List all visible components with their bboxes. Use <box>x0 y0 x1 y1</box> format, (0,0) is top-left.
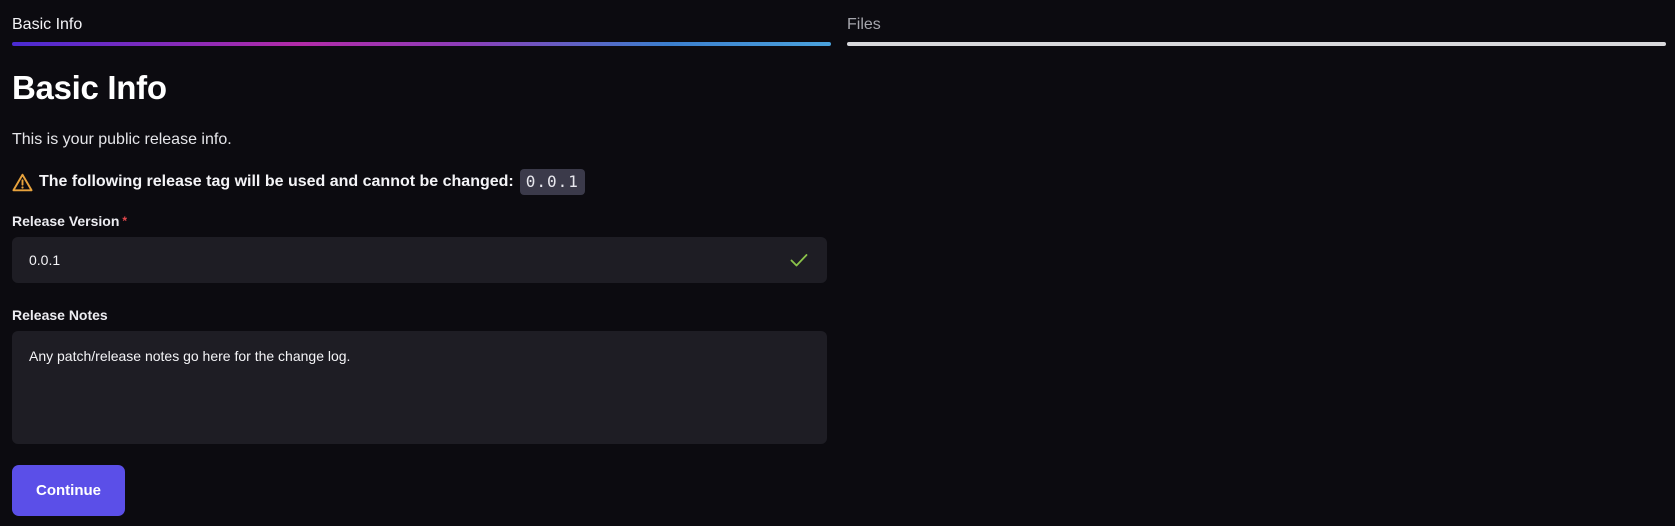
release-tag-badge: 0.0.1 <box>519 169 585 195</box>
release-notes-textarea[interactable]: Any patch/release notes go here for the … <box>12 331 827 444</box>
continue-button[interactable]: Continue <box>12 465 125 516</box>
step-progress-bar-inactive <box>847 42 1666 46</box>
release-version-label: Release Version * <box>12 212 830 230</box>
release-version-input[interactable]: 0.0.1 <box>12 237 827 283</box>
release-notes-value: Any patch/release notes go here for the … <box>29 348 351 364</box>
basic-info-form: Basic Info This is your public release i… <box>12 66 830 516</box>
stepper: Basic Info Files <box>0 0 1675 50</box>
release-version-value: 0.0.1 <box>29 252 61 268</box>
page-title: Basic Info <box>12 69 167 106</box>
release-tag-warning: The following release tag will be used a… <box>12 168 830 196</box>
step-files[interactable]: Files <box>847 0 1666 50</box>
step-label: Files <box>847 16 881 33</box>
step-basic-info[interactable]: Basic Info <box>12 0 831 50</box>
warning-triangle-icon <box>12 173 33 191</box>
step-progress-bar-active <box>12 42 831 46</box>
warning-text: The following release tag will be used a… <box>39 173 514 190</box>
release-notes-label: Release Notes <box>12 306 830 324</box>
release-version-label-text: Release Version <box>12 213 120 229</box>
check-icon <box>790 254 808 267</box>
required-marker: * <box>122 214 128 228</box>
release-notes-label-text: Release Notes <box>12 307 108 323</box>
step-label: Basic Info <box>12 16 83 33</box>
page-subtitle: This is your public release info. <box>12 131 232 148</box>
